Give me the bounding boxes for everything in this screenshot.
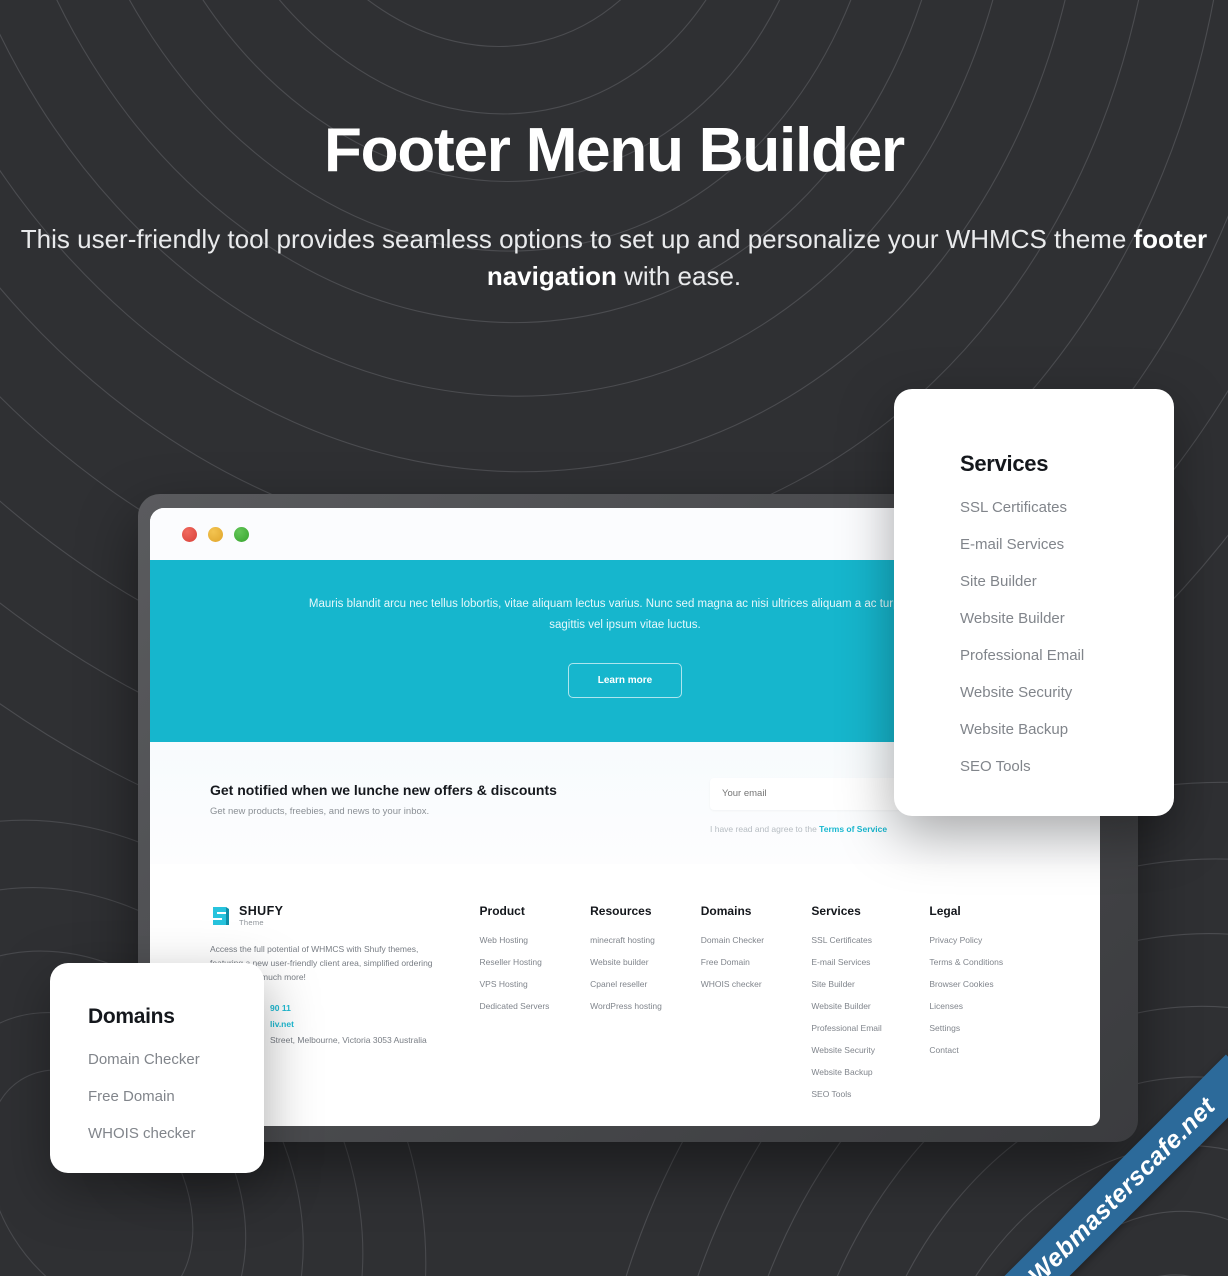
footer-link[interactable]: Website Builder <box>811 1001 929 1011</box>
popup-list: SSL Certificates E-mail Services Site Bu… <box>960 499 1174 775</box>
popup-list-item[interactable]: Site Builder <box>960 573 1174 590</box>
shufy-logo-icon <box>213 906 229 925</box>
page-title: Footer Menu Builder <box>324 116 905 185</box>
footer-link[interactable]: SSL Certificates <box>811 935 929 945</box>
column-heading: Product <box>479 903 525 918</box>
brand-text: SHUFY Theme <box>239 905 283 927</box>
popup-list-item[interactable]: Website Builder <box>960 610 1174 627</box>
popup-list-item[interactable]: Website Backup <box>960 721 1174 738</box>
learn-more-button[interactable]: Learn more <box>567 662 683 698</box>
brand-name: SHUFY <box>239 903 284 918</box>
footer-link[interactable]: minecraft hosting <box>590 935 701 945</box>
brand-tagline: Theme <box>239 918 264 928</box>
footer-link[interactable]: Website builder <box>590 957 701 967</box>
footer-link[interactable]: Browser Cookies <box>929 979 1040 989</box>
page-subtitle: This user-friendly tool provides seamles… <box>0 221 1228 295</box>
footer-link[interactable]: Cpanel reseller <box>590 979 701 989</box>
minimize-icon[interactable] <box>208 526 223 542</box>
contact-phone[interactable]: 90 11 <box>270 1003 452 1013</box>
footer-link[interactable]: VPS Hosting <box>480 979 591 989</box>
terms-of-service-link[interactable]: Terms of Service <box>819 824 887 834</box>
popup-heading: Domains <box>88 1005 175 1028</box>
subtitle-text-part2: with ease. <box>616 261 742 291</box>
footer-link[interactable]: Website Security <box>811 1045 929 1055</box>
popup-list-item[interactable]: Website Security <box>960 684 1174 701</box>
popup-list-item[interactable]: SEO Tools <box>960 758 1174 775</box>
popup-list-item[interactable]: WHOIS checker <box>88 1125 264 1142</box>
footer-link[interactable]: Free Domain <box>701 957 812 967</box>
footer-link[interactable]: SEO Tools <box>811 1089 929 1099</box>
close-icon[interactable] <box>182 526 197 542</box>
terms-prefix: I have read and agree to the <box>710 823 820 834</box>
footer-column-resources: Resources minecraft hosting Website buil… <box>590 904 701 1111</box>
newsletter-copy: Get notified when we lunche new offers &… <box>210 778 557 817</box>
footer-link[interactable]: Terms & Conditions <box>929 957 1040 967</box>
popup-list-item[interactable]: Free Domain <box>88 1088 264 1105</box>
popup-list-item[interactable]: E-mail Services <box>960 536 1174 553</box>
footer-link[interactable]: Privacy Policy <box>929 935 1040 945</box>
maximize-icon[interactable] <box>234 526 249 542</box>
brand-logo: SHUFY Theme <box>210 904 452 928</box>
column-heading: Services <box>811 903 861 918</box>
footer-columns-area: SHUFY Theme Access the full potential of… <box>150 863 1100 1111</box>
footer-link[interactable]: Reseller Hosting <box>480 957 591 967</box>
contact-address: Street, Melbourne, Victoria 3053 Austral… <box>270 1034 427 1045</box>
contact-email[interactable]: liv.net <box>270 1019 452 1029</box>
footer-link[interactable]: Professional Email <box>811 1023 929 1033</box>
newsletter-terms: I have read and agree to the Terms of Se… <box>710 824 1040 834</box>
popup-heading: Services <box>960 451 1049 476</box>
footer-link[interactable]: E-mail Services <box>811 957 929 967</box>
newsletter-description: Get new products, freebies, and news to … <box>210 805 430 817</box>
footer-column-domains: Domains Domain Checker Free Domain WHOIS… <box>701 904 812 1111</box>
hero-section: Footer Menu Builder This user-friendly t… <box>0 0 1228 295</box>
newsletter-title: Get notified when we lunche new offers &… <box>210 781 557 798</box>
popup-list-item[interactable]: Professional Email <box>960 647 1174 664</box>
footer-link[interactable]: Licenses <box>929 1001 1040 1011</box>
page-root: Footer Menu Builder This user-friendly t… <box>0 0 1228 1276</box>
footer-column-services: Services SSL Certificates E-mail Service… <box>811 904 929 1111</box>
services-popup-card: Services SSL Certificates E-mail Service… <box>894 389 1174 816</box>
popup-list-item[interactable]: Domain Checker <box>88 1051 264 1068</box>
footer-link[interactable]: WHOIS checker <box>701 979 812 989</box>
footer-link[interactable]: Site Builder <box>811 979 929 989</box>
cta-text: Mauris blandit arcu nec tellus lobortis,… <box>308 598 942 632</box>
footer-link[interactable]: Dedicated Servers <box>480 1001 591 1011</box>
column-heading: Domains <box>700 903 752 918</box>
footer-link[interactable]: Web Hosting <box>480 935 591 945</box>
footer-column-legal: Legal Privacy Policy Terms & Conditions … <box>929 904 1040 1111</box>
popup-list: Domain Checker Free Domain WHOIS checker <box>88 1051 264 1142</box>
footer-link[interactable]: Website Backup <box>811 1067 929 1077</box>
footer-link[interactable]: Domain Checker <box>701 935 812 945</box>
popup-list-item[interactable]: SSL Certificates <box>960 499 1174 516</box>
footer-column-product: Product Web Hosting Reseller Hosting VPS… <box>480 904 591 1111</box>
column-heading: Legal <box>929 903 961 918</box>
footer-link[interactable]: Contact <box>929 1045 1040 1055</box>
footer-link[interactable]: WordPress hosting <box>590 1001 701 1011</box>
subtitle-text-part1: This user-friendly tool provides seamles… <box>20 224 1134 255</box>
column-heading: Resources <box>590 903 652 918</box>
domains-popup-card: Domains Domain Checker Free Domain WHOIS… <box>50 963 264 1173</box>
footer-link[interactable]: Settings <box>929 1023 1040 1033</box>
